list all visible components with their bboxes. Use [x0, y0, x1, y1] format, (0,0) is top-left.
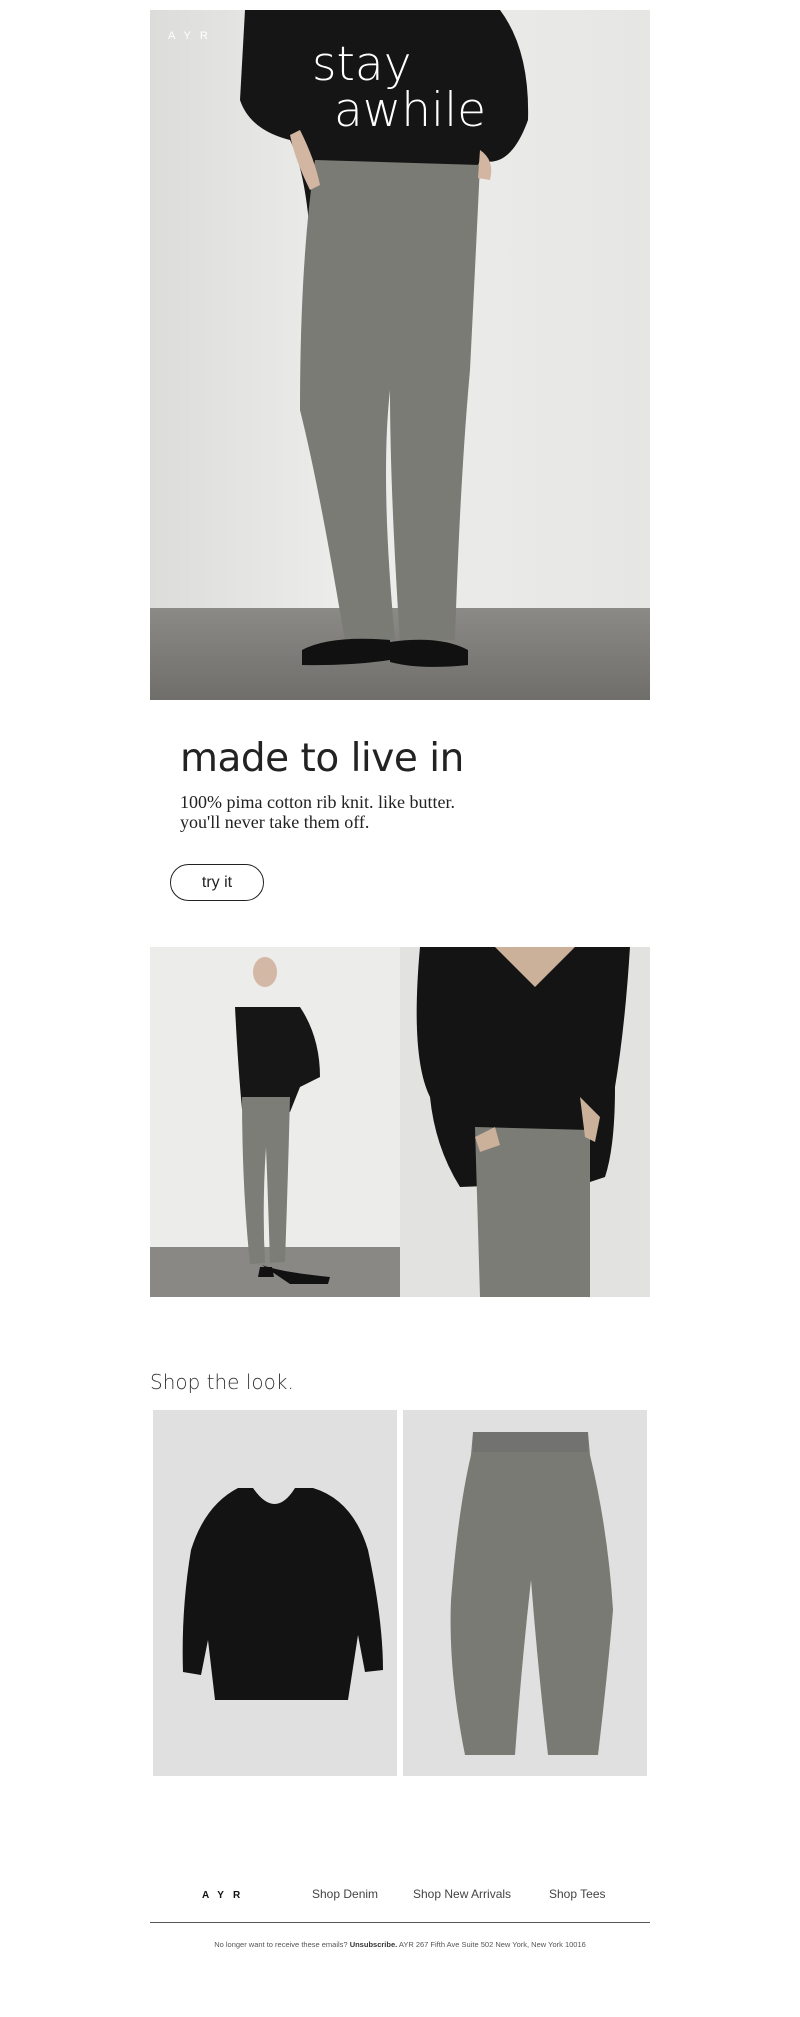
promo-subtitle: 100% pima cotton rib knit. like butter. … — [180, 792, 455, 832]
legal-text: No longer want to receive these emails? … — [150, 1940, 650, 1949]
detail-model-illustration — [416, 947, 630, 1297]
footer-nav: AYR Shop Denim Shop New Arrivals Shop Te… — [150, 1876, 650, 1916]
promo-title: made to live in — [180, 736, 464, 781]
company-address: AYR 267 Fifth Ave Suite 502 New York, Ne… — [398, 1940, 586, 1949]
product-pants[interactable] — [403, 1410, 647, 1776]
brand-logo[interactable]: AYR — [168, 30, 217, 42]
footer-link-shop-new-arrivals[interactable]: Shop New Arrivals — [413, 1887, 511, 1901]
hero-headline: stay awhile — [312, 41, 487, 138]
hero-image[interactable]: AYR stay awhile — [150, 10, 650, 700]
unsubscribe-link[interactable]: Unsubscribe. — [350, 1940, 398, 1949]
hero-headline-line2: awhile — [334, 83, 487, 138]
product-sweater[interactable] — [153, 1410, 397, 1776]
legal-prefix: No longer want to receive these emails? — [214, 1940, 348, 1949]
footer-link-shop-tees[interactable]: Shop Tees — [549, 1887, 606, 1901]
footer-logo[interactable]: AYR — [202, 1890, 249, 1901]
lifestyle-photo-detail[interactable] — [400, 947, 650, 1297]
product-grid — [153, 1410, 650, 1776]
promo-copy-section: made to live in 100% pima cotton rib kni… — [150, 700, 650, 947]
lifestyle-photo-full[interactable] — [150, 947, 400, 1297]
promo-subtitle-line2: you'll never take them off. — [180, 812, 370, 832]
try-it-button[interactable]: try it — [170, 864, 264, 901]
shop-the-look-title: Shop the look. — [150, 1370, 294, 1394]
footer-divider — [150, 1922, 650, 1923]
full-body-model-illustration — [150, 957, 400, 1297]
sweater-product-image — [182, 1488, 383, 1700]
promo-subtitle-line1: 100% pima cotton rib knit. like butter. — [180, 792, 455, 812]
lifestyle-photo-pair — [150, 947, 650, 1297]
email-body: AYR stay awhile made to live in 100% pim… — [150, 10, 650, 1949]
pants-product-image — [450, 1432, 613, 1755]
footer-link-shop-denim[interactable]: Shop Denim — [312, 1887, 378, 1901]
